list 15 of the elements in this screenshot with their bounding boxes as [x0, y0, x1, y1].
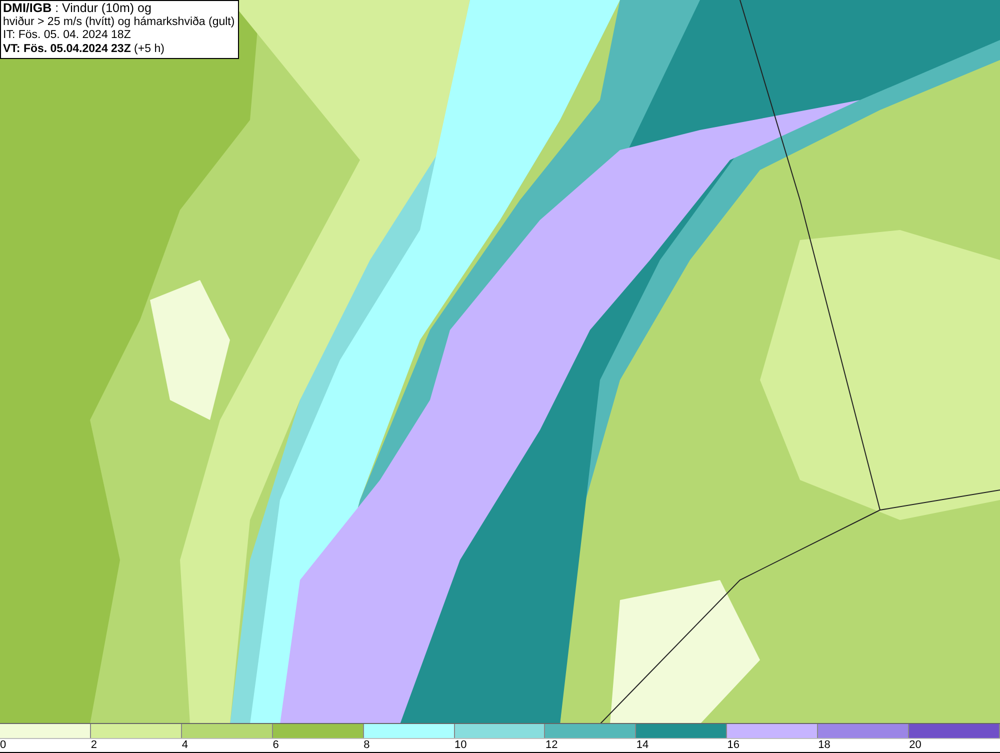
legend-tick-label: 18 — [818, 739, 830, 752]
legend-tick-label: 8 — [364, 739, 370, 752]
legend-tick-label: 6 — [272, 739, 279, 752]
legend-tick-label: 12 — [545, 739, 558, 752]
legend-tick-label: 20 — [909, 739, 922, 752]
legend-tick-label: 16 — [727, 739, 740, 752]
legend-tick-label: 14 — [636, 739, 649, 752]
legend-tick-label: 10 — [454, 739, 467, 752]
legend-tick-label: 0 — [0, 739, 6, 752]
title-line: hviður > 25 m/s (hvítt) og hámarkshviða (gult) — [3, 16, 235, 29]
title-line: VT: Fös. 05.04.2024 23Z (+5 h) — [3, 42, 166, 56]
title-line: IT: Fös. 05. 04. 2024 18Z — [3, 29, 132, 42]
legend-tick-label: 2 — [90, 739, 98, 752]
legend-tick-label: 4 — [182, 739, 188, 752]
title-line: DMI/IGB : Vindur (10m) og — [3, 2, 152, 15]
